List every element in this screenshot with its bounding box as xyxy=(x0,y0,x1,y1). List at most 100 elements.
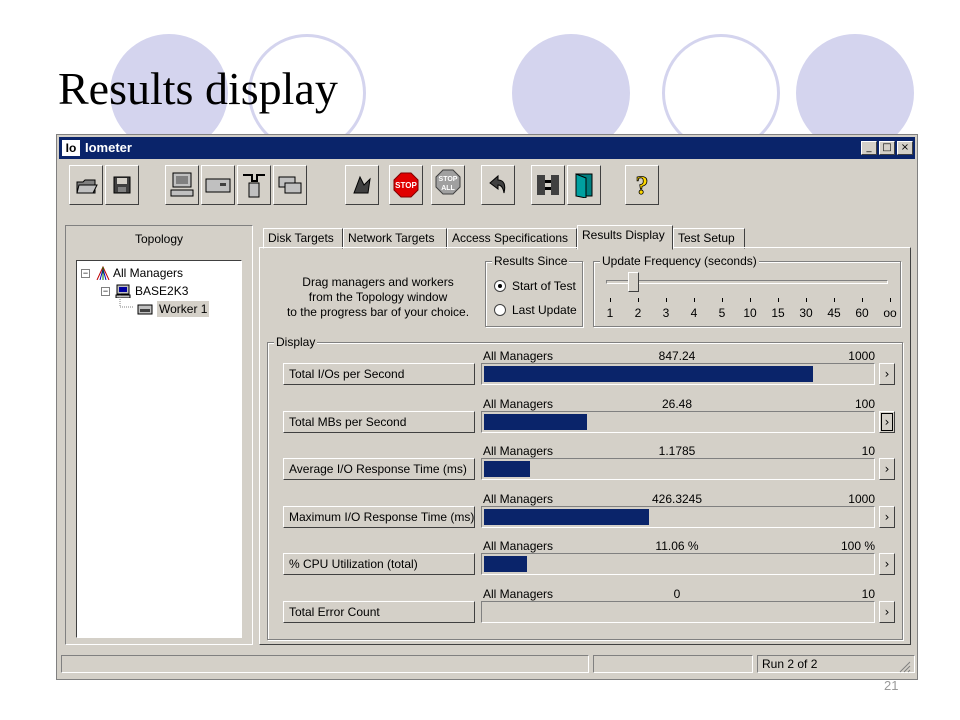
metric-max: 10 xyxy=(861,587,875,601)
metric-details-button[interactable]: › xyxy=(879,506,895,528)
tab-results-display[interactable]: Results Display xyxy=(577,225,673,250)
metric-details-button[interactable]: › xyxy=(879,553,895,575)
save-icon xyxy=(113,176,131,194)
new-network-worker-button[interactable] xyxy=(237,165,271,205)
start-button[interactable] xyxy=(345,165,379,205)
new-manager-button[interactable] xyxy=(165,165,199,205)
all-managers-icon xyxy=(96,266,110,280)
metric-manager-label: All Managers xyxy=(483,587,554,601)
metric-value: 847.24 xyxy=(658,349,696,363)
metric-select-button[interactable]: Total I/Os per Second xyxy=(283,363,475,385)
slide-title: Results display xyxy=(58,63,338,114)
stop-button[interactable]: STOP xyxy=(389,165,423,205)
reset-workers-button[interactable] xyxy=(481,165,515,205)
metric-select-button[interactable]: Total Error Count xyxy=(283,601,475,623)
stop-icon: STOP xyxy=(393,172,419,198)
metric-select-button[interactable]: % CPU Utilization (total) xyxy=(283,553,475,575)
tree-item-label: BASE2K3 xyxy=(135,284,189,298)
radio-last-update[interactable]: Last Update xyxy=(494,302,577,318)
metric-value: 426.3245 xyxy=(651,492,703,506)
metric-details-button[interactable]: › xyxy=(879,458,895,480)
radio-start-of-test[interactable]: Start of Test xyxy=(494,278,576,294)
run-status: Run 2 of 2 xyxy=(757,655,915,673)
metric-progress-bar[interactable] xyxy=(481,506,875,528)
metric-details-button[interactable]: › xyxy=(879,363,895,385)
metric-progress-fill xyxy=(484,509,649,525)
tab-disk-targets[interactable]: Disk Targets xyxy=(263,228,343,249)
tree-expander[interactable]: − xyxy=(101,287,110,296)
iometer-app-icon: Io xyxy=(62,140,80,156)
stop-icon-label: STOP xyxy=(395,181,417,190)
tree-item-label: All Managers xyxy=(113,266,184,280)
help-button[interactable]: ? xyxy=(625,165,659,205)
metric-max: 1000 xyxy=(848,349,875,363)
title-bar[interactable]: Io Iometer _ □ × xyxy=(59,137,915,159)
stop-all-icon-label: STOP xyxy=(439,176,458,183)
disconnect-button[interactable] xyxy=(531,165,565,205)
drag-instructions-line: Drag managers and workers xyxy=(302,275,454,289)
metric-progress-bar[interactable] xyxy=(481,601,875,623)
new-disk-worker-button[interactable] xyxy=(201,165,235,205)
topology-header: Topology xyxy=(134,232,184,246)
metric-details-button[interactable]: › xyxy=(879,411,895,433)
tab-test-setup[interactable]: Test Setup xyxy=(673,228,745,249)
exit-button[interactable] xyxy=(567,165,601,205)
radio-indicator-selected xyxy=(494,280,506,292)
slider-tick xyxy=(834,298,835,302)
metric-progress-bar[interactable] xyxy=(481,363,875,385)
slider-tick-label: 30 xyxy=(799,306,813,320)
slider-tick xyxy=(750,298,751,302)
slider-tick xyxy=(890,298,891,302)
status-cell-main xyxy=(61,655,589,673)
metric-max: 100 % xyxy=(840,539,875,553)
slider-tick-label: 5 xyxy=(718,306,726,320)
metric-max: 1000 xyxy=(848,492,875,506)
results-since-label: Results Since xyxy=(492,254,570,268)
metric-select-button[interactable]: Maximum I/O Response Time (ms) xyxy=(283,506,475,528)
metric-progress-bar[interactable] xyxy=(481,411,875,433)
toolbar: STOP STOP ALL ? xyxy=(61,163,913,211)
maximize-button[interactable]: □ xyxy=(879,141,895,155)
metric-progress-bar[interactable] xyxy=(481,553,875,575)
update-frequency-track[interactable] xyxy=(606,280,888,284)
new-disk-worker-icon xyxy=(205,178,231,193)
minimize-button[interactable]: _ xyxy=(861,141,877,155)
tab-network-targets[interactable]: Network Targets xyxy=(343,228,447,249)
slider-tick xyxy=(722,298,723,302)
metric-progress-fill xyxy=(484,556,527,572)
stop-all-button[interactable]: STOP ALL xyxy=(431,165,465,205)
metric-manager-label: All Managers xyxy=(483,397,554,411)
duplicate-worker-button[interactable] xyxy=(273,165,307,205)
exit-icon xyxy=(575,173,593,198)
page-number: 21 xyxy=(884,678,899,693)
stop-all-icon: STOP ALL xyxy=(435,169,461,195)
open-button[interactable] xyxy=(69,165,103,205)
open-icon xyxy=(76,179,98,194)
metric-progress-fill xyxy=(484,366,813,382)
metric-select-button[interactable]: Total MBs per Second xyxy=(283,411,475,433)
update-frequency-group: Update Frequency (seconds) 1 2 3 4 5 10 15 30 45… xyxy=(593,254,901,327)
metric-max: 100 xyxy=(854,397,875,411)
tree-expander[interactable]: − xyxy=(81,269,90,278)
disconnect-icon xyxy=(537,175,559,195)
update-frequency-label: Update Frequency (seconds) xyxy=(600,254,759,268)
update-frequency-slider-thumb[interactable] xyxy=(628,272,639,292)
drag-instructions: Drag managers and workers from the Topol… xyxy=(279,275,477,320)
display-label: Display xyxy=(274,335,318,349)
results-since-group: Results Since Start of Test Last Update xyxy=(485,254,583,327)
metric-details-button[interactable]: › xyxy=(879,601,895,623)
resize-grip-icon[interactable] xyxy=(899,661,911,673)
radio-indicator xyxy=(494,304,506,316)
close-button[interactable]: × xyxy=(897,141,913,155)
metric-progress-fill xyxy=(484,461,530,477)
metric-select-button[interactable]: Average I/O Response Time (ms) xyxy=(283,458,475,480)
topology-tree[interactable]: − All Managers − BASE2K3 Worker 1 xyxy=(76,260,242,638)
radio-label: Last Update xyxy=(512,303,577,317)
metric-manager-label: All Managers xyxy=(483,539,554,553)
save-button[interactable] xyxy=(105,165,139,205)
metric-manager-label: All Managers xyxy=(483,492,554,506)
slider-tick-label: 2 xyxy=(634,306,642,320)
tab-access-specifications[interactable]: Access Specifications xyxy=(447,228,577,249)
iometer-window: Io Iometer _ □ × STOP STOP ALL ? Topolog… xyxy=(56,134,918,680)
metric-progress-bar[interactable] xyxy=(481,458,875,480)
